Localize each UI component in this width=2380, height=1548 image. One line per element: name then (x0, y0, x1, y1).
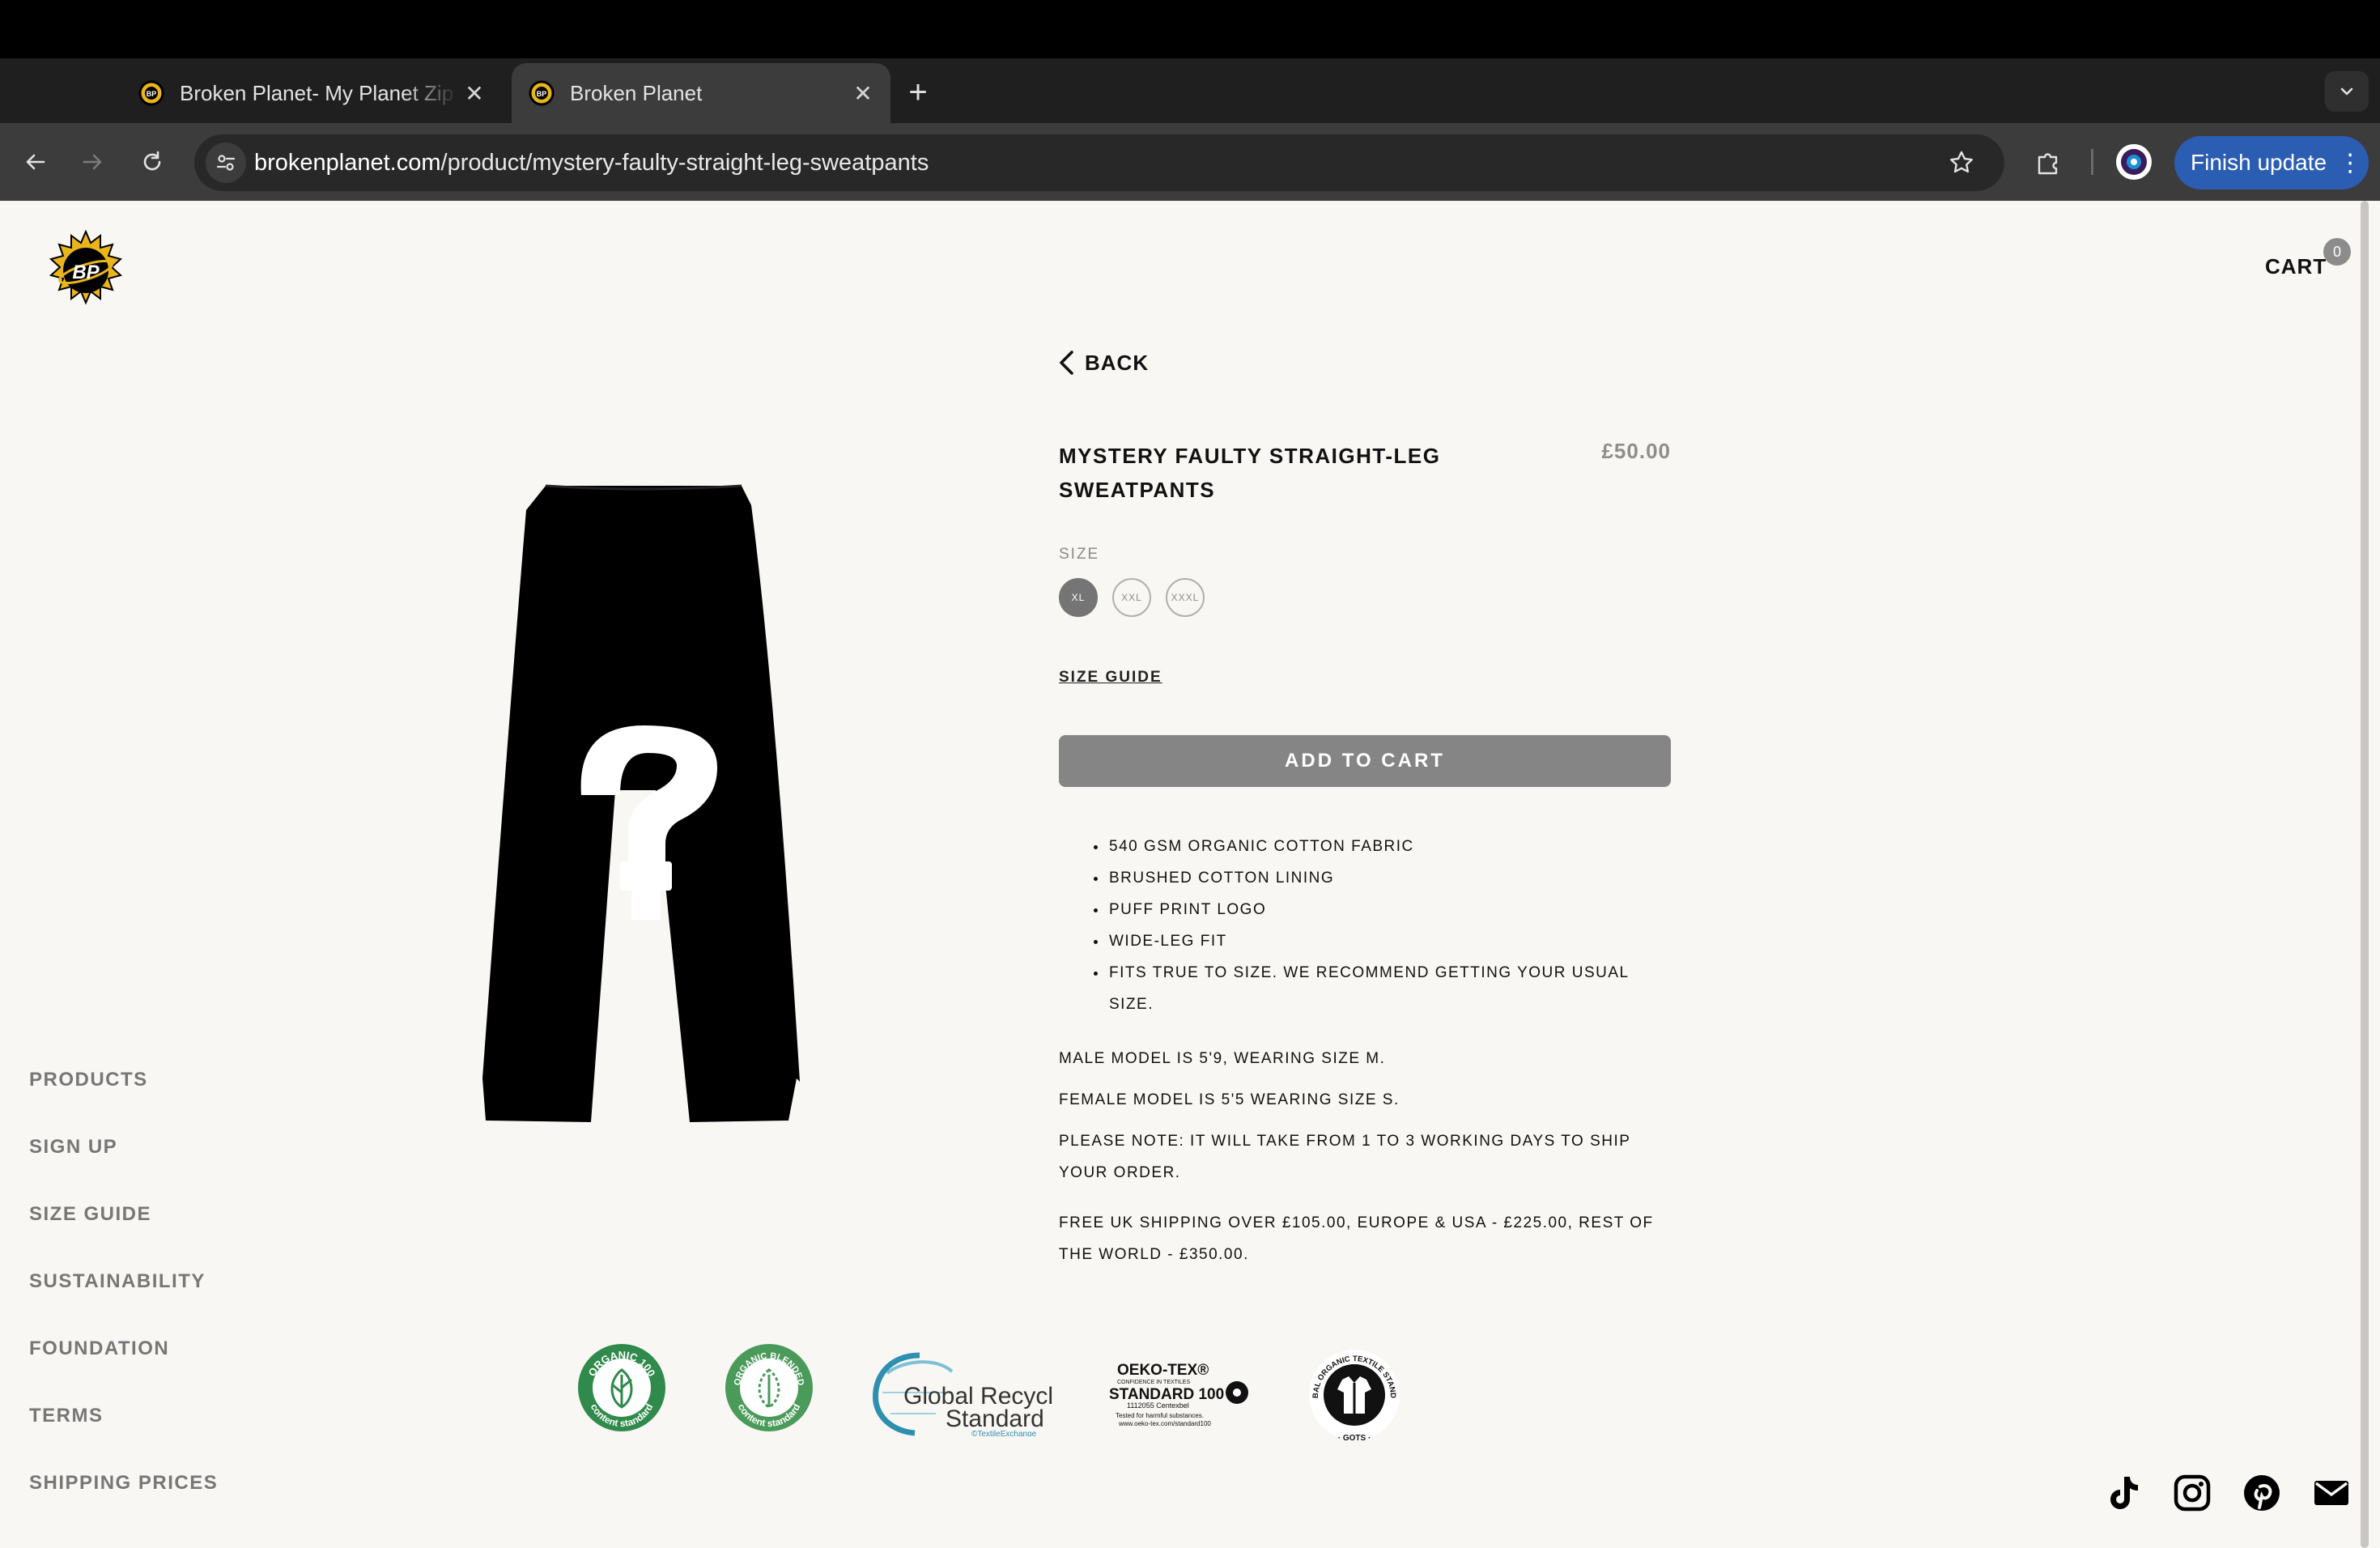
nav-item-size-guide[interactable]: SIZE GUIDE (29, 1203, 151, 1226)
back-navigation-button[interactable] (15, 141, 57, 183)
size-option-xl[interactable]: XL (1059, 578, 1098, 617)
forward-navigation-button[interactable] (71, 141, 113, 183)
feature-item: WIDE-LEG FIT (1107, 925, 1674, 957)
profile-icon (2121, 149, 2147, 175)
free-shipping-info: FREE UK SHIPPING OVER £105.00, EUROPE & … (1059, 1214, 1654, 1263)
broken-planet-favicon-icon: BP (138, 79, 165, 107)
size-guide-link[interactable]: SIZE GUIDE (1059, 669, 1162, 687)
feature-item: BRUSHED COTTON LINING (1107, 862, 1674, 894)
broken-planet-logo[interactable]: BP (45, 229, 126, 311)
back-label: BACK (1085, 350, 1150, 375)
feature-item: PUFF PRINT LOGO (1107, 894, 1674, 925)
organic-100-badge: ORGANIC 100 content standard (576, 1342, 667, 1437)
close-tab-icon[interactable]: ✕ (458, 77, 491, 109)
tab-title: Broken Planet- My Planet Zip (180, 80, 454, 105)
tab-strip: BP Broken Planet- My Planet Zip ✕ BP Bro… (0, 58, 2380, 123)
more-menu-icon: ⋮ (2338, 149, 2362, 176)
system-top-bar (0, 0, 2380, 58)
puzzle-icon (2038, 153, 2058, 175)
back-link[interactable]: BACK (1057, 350, 1149, 376)
nav-item-products[interactable]: PRODUCTS (29, 1069, 148, 1091)
svg-text:BP: BP (537, 90, 547, 98)
tiktok-icon[interactable] (2103, 1474, 2142, 1512)
page-content: BP CART 0 BACK MYSTERY FAULTY STRAIGHT-L… (0, 201, 2380, 1548)
reload-icon (143, 151, 161, 171)
bookmark-button[interactable] (1941, 142, 1982, 183)
size-option-xxxl[interactable]: XXXL (1166, 578, 1205, 617)
oeko-tex-badge: OEKO-TEX® CONFIDENCE IN TEXTILES STANDAR… (1107, 1360, 1250, 1434)
gots-bottom-text: · GOTS · (1338, 1434, 1371, 1443)
add-to-cart-button[interactable]: ADD TO CART (1059, 735, 1671, 787)
grs-small: ©TextileExchange (971, 1430, 1037, 1436)
product-title: MYSTERY FAULTY STRAIGHT-LEG SWEATPANTS (1059, 444, 1441, 502)
profile-avatar[interactable] (2116, 144, 2152, 180)
oeko-tex-title: OEKO-TEX® (1117, 1362, 1209, 1379)
star-icon (1950, 151, 1973, 173)
url-host: brokenplanet.com (254, 150, 441, 176)
organic-blended-badge: ORGANIC BLENDED content standard (724, 1342, 814, 1437)
tab-inactive[interactable]: BP Broken Planet- My Planet Zip ✕ (121, 63, 502, 123)
svg-text:BP: BP (72, 262, 100, 283)
shipping-note: PLEASE NOTE: IT WILL TAKE FROM 1 TO 3 WO… (1059, 1133, 1631, 1181)
feature-item: 540 GSM ORGANIC COTTON FABRIC (1107, 831, 1674, 862)
size-option-xxl[interactable]: XXL (1112, 578, 1151, 617)
arrow-left-icon (26, 154, 45, 170)
browser-toolbar: brokenplanet.com/product/mystery-faulty-… (0, 123, 2380, 201)
svg-text:BP: BP (147, 90, 157, 98)
site-info-button[interactable] (206, 142, 246, 183)
nav-item-terms[interactable]: TERMS (29, 1405, 104, 1427)
feature-list: 540 GSM ORGANIC COTTON FABRIC BRUSHED CO… (1085, 831, 1674, 1020)
toolbar-divider (2091, 149, 2093, 175)
male-model-info: MALE MODEL IS 5'9, WEARING SIZE M. (1059, 1050, 1386, 1067)
page-scrollbar[interactable] (2361, 201, 2369, 1548)
reload-button[interactable] (131, 141, 173, 183)
url-path: /product/mystery-faulty-straight-leg-swe… (440, 150, 929, 176)
product-price: £50.00 (1601, 439, 1671, 463)
pinterest-icon[interactable] (2242, 1474, 2281, 1512)
extensions-button[interactable] (2027, 141, 2069, 183)
grs-line2: Standard (946, 1406, 1044, 1432)
tab-active[interactable]: BP Broken Planet ✕ (512, 63, 890, 123)
oeko-tex-sub: CONFIDENCE IN TEXTILES (1117, 1380, 1190, 1385)
tune-icon (216, 155, 236, 171)
nav-item-shipping-prices[interactable]: SHIPPING PRICES (29, 1472, 218, 1495)
chevron-left-icon (1060, 351, 1073, 375)
nav-item-sign-up[interactable]: SIGN UP (29, 1136, 117, 1159)
finish-update-label: Finish update (2191, 150, 2327, 175)
nav-item-foundation[interactable]: FOUNDATION (29, 1337, 169, 1360)
product-image[interactable] (478, 483, 818, 1122)
chevron-down-icon (2340, 87, 2353, 96)
arrow-right-icon (83, 154, 102, 170)
tab-title: Broken Planet (570, 80, 703, 105)
size-label: SIZE (1059, 546, 1100, 563)
oeko-tex-url: www.oeko-tex.com/standard100 (1118, 1420, 1211, 1427)
close-tab-icon[interactable]: ✕ (847, 77, 879, 109)
broken-planet-favicon-icon: BP (528, 79, 555, 107)
global-recycled-standard-badge: Global Recycled Standard ©TextileExchang… (871, 1349, 1080, 1440)
url-text[interactable]: brokenplanet.com/product/mystery-faulty-… (254, 134, 929, 191)
female-model-info: FEMALE MODEL IS 5'5 WEARING SIZE S. (1059, 1091, 1400, 1108)
new-tab-button[interactable]: + (900, 74, 936, 110)
oeko-tex-standard: STANDARD 100 (1109, 1386, 1224, 1403)
oeko-tex-code: 1112055 Centexbel (1127, 1401, 1189, 1410)
address-bar[interactable]: brokenplanet.com/product/mystery-faulty-… (194, 134, 2004, 191)
tab-search-button[interactable] (2325, 71, 2369, 112)
instagram-icon[interactable] (2173, 1474, 2212, 1512)
finish-update-button[interactable]: Finish update ⋮ (2174, 136, 2369, 189)
cart-link[interactable]: CART (2265, 254, 2327, 279)
feature-item: FITS TRUE TO SIZE. WE RECOMMEND GETTING … (1107, 957, 1674, 1020)
oeko-tex-tested: Tested for harmful substances. (1116, 1412, 1204, 1419)
nav-item-sustainability[interactable]: SUSTAINABILITY (29, 1270, 206, 1293)
mail-icon[interactable] (2312, 1474, 2351, 1512)
gots-badge: GLOBAL ORGANIC TEXTILE STANDARD · GOTS · (1303, 1341, 1402, 1447)
cart-count-badge: 0 (2323, 238, 2351, 266)
